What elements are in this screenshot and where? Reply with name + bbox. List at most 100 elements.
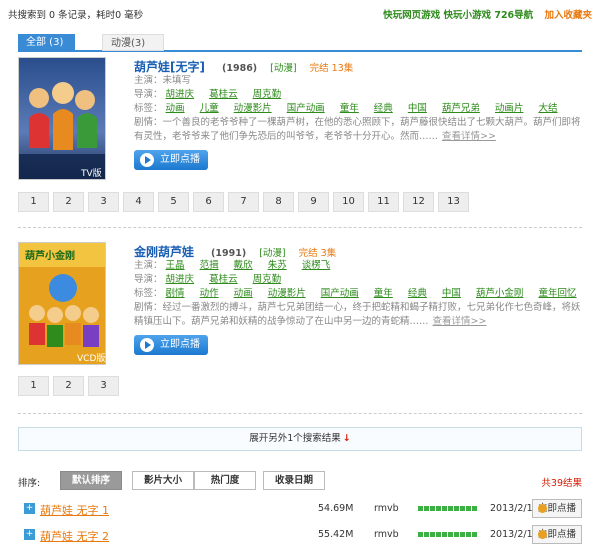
expand-plus-icon[interactable]: +: [24, 503, 35, 514]
file-name-link[interactable]: 葫芦娃 无字 1: [40, 502, 109, 518]
file-name-link[interactable]: 葫芦娃 无字 2: [40, 528, 109, 544]
tag-link[interactable]: 童年: [374, 288, 393, 299]
add-favorites-link[interactable]: 加入收藏夹: [544, 10, 592, 21]
episode-button[interactable]: 3: [88, 192, 119, 212]
link-726-nav[interactable]: 726导航: [494, 10, 533, 21]
play-button[interactable]: 立即点播: [134, 335, 208, 355]
item-info: 金刚葫芦娃 (1991) [动漫] 完结 3集 主演： 王晶 范揖 戴欣 朱苏 …: [134, 242, 582, 355]
link-web-games[interactable]: 快玩网页游戏: [383, 10, 440, 21]
director-link[interactable]: 葛桂云: [209, 274, 238, 285]
director-link[interactable]: 胡进庆: [166, 274, 195, 285]
file-play-button[interactable]: 立即点播: [532, 525, 582, 544]
episode-button[interactable]: 3: [88, 376, 119, 396]
link-mini-games[interactable]: 快玩小游戏: [444, 10, 492, 21]
total-results: 共39结果: [541, 478, 582, 489]
tag-link[interactable]: 儿童: [200, 103, 219, 114]
episode-button[interactable]: 2: [53, 192, 84, 212]
tab-all[interactable]: 全部 (3): [18, 34, 75, 51]
director-link[interactable]: 周克勤: [253, 274, 282, 285]
more-details-link[interactable]: 查看详情>>: [442, 131, 496, 142]
sort-date-button[interactable]: 收录日期: [263, 471, 325, 490]
episode-button[interactable]: 6: [193, 192, 224, 212]
result-item-2: 葫芦小金刚 VCD版 金刚葫芦娃 (1991) [动漫] 完结 3集 主演： 王…: [18, 242, 582, 402]
cast-link[interactable]: 王晶: [166, 260, 185, 271]
divider: [18, 227, 582, 228]
file-play-button[interactable]: 立即点播: [532, 499, 582, 518]
item-status: 完结 13集: [309, 63, 354, 74]
cast-link[interactable]: 戴欣: [234, 260, 253, 271]
svg-text:TV版: TV版: [80, 167, 102, 179]
episode-button[interactable]: 1: [18, 192, 49, 212]
episode-button[interactable]: 7: [228, 192, 259, 212]
tag-link[interactable]: 经典: [374, 103, 393, 114]
cast-link[interactable]: 谈楞飞: [302, 260, 331, 271]
file-size: 54.69M: [318, 503, 354, 514]
top-links: 快玩网页游戏 快玩小游戏 726导航 加入收藏夹: [383, 7, 592, 21]
cast-link[interactable]: 范揖: [200, 260, 219, 271]
tag-link[interactable]: 中国: [442, 288, 461, 299]
top-bar: 共搜索到 0 条记录，耗时0 毫秒 快玩网页游戏 快玩小游戏 726导航 加入收…: [0, 0, 600, 26]
episode-button[interactable]: 12: [403, 192, 434, 212]
tag-link[interactable]: 动漫影片: [234, 103, 272, 114]
poster-image[interactable]: 葫芦小金刚 VCD版: [18, 242, 106, 365]
tag-link[interactable]: 大结: [538, 103, 557, 114]
cast-line: 主演：未填写: [134, 75, 192, 86]
sort-default-button[interactable]: 默认排序: [60, 471, 122, 490]
tag-link[interactable]: 国产动画: [287, 103, 325, 114]
sort-popularity-button[interactable]: 热门度: [194, 471, 256, 490]
file-format: rmvb: [374, 503, 399, 514]
svg-text:葫芦小金刚: 葫芦小金刚: [25, 249, 75, 262]
tags-line: 标签： 剧情 动作 动画 动漫影片 国产动画 童年 经典 中国 葫芦小金刚 童年…: [134, 288, 577, 299]
episode-button[interactable]: 11: [368, 192, 399, 212]
poster-image[interactable]: TV版: [18, 57, 106, 180]
file-format: rmvb: [374, 529, 399, 540]
episode-button[interactable]: 4: [123, 192, 154, 212]
tag-link[interactable]: 动画: [234, 288, 253, 299]
episode-button[interactable]: 9: [298, 192, 329, 212]
arrow-down-icon: ↓: [342, 433, 351, 444]
expand-plus-icon[interactable]: +: [24, 529, 35, 540]
play-icon: [140, 338, 154, 352]
director-link[interactable]: 葛桂云: [209, 89, 238, 100]
item-info: 葫芦娃[无字] (1986) [动漫] 完结 13集 主演：未填写 导演： 胡进…: [134, 57, 582, 170]
director-link[interactable]: 胡进庆: [166, 89, 195, 100]
popularity-bar-icon: [418, 532, 478, 538]
episode-button[interactable]: 1: [18, 376, 49, 396]
item-title[interactable]: 葫芦娃[无字]: [134, 60, 205, 74]
episode-button[interactable]: 8: [263, 192, 294, 212]
play-icon: [140, 153, 154, 167]
play-button[interactable]: 立即点播: [134, 150, 208, 170]
tag-link[interactable]: 国产动画: [321, 288, 359, 299]
svg-text:VCD版: VCD版: [77, 352, 105, 364]
tag-link[interactable]: 童年回忆: [538, 288, 576, 299]
item-type: [动漫]: [259, 248, 286, 259]
expand-more-results[interactable]: 展开另外1个搜索结果 ↓: [18, 427, 582, 451]
director-link[interactable]: 周克勤: [253, 89, 282, 100]
tag-link[interactable]: 葫芦小金刚: [476, 288, 524, 299]
episode-button[interactable]: 10: [333, 192, 364, 212]
tag-link[interactable]: 动画片: [495, 103, 524, 114]
tag-link[interactable]: 经典: [408, 288, 427, 299]
item-type: [动漫]: [270, 63, 297, 74]
tag-link[interactable]: 动作: [200, 288, 219, 299]
tag-link[interactable]: 葫芦兄弟: [442, 103, 480, 114]
episode-button[interactable]: 5: [158, 192, 189, 212]
episode-button[interactable]: 2: [53, 376, 84, 396]
tag-link[interactable]: 童年: [340, 103, 359, 114]
tag-link[interactable]: 中国: [408, 103, 427, 114]
tab-anime[interactable]: 动漫(3): [102, 34, 164, 51]
tags-line: 标签： 动画 儿童 动漫影片 国产动画 童年 经典 中国 葫芦兄弟 动画片 大结: [134, 103, 558, 114]
episode-list: 1 2 3 4 5 6 7 8 9 10 11 12 13: [18, 192, 473, 212]
episode-button[interactable]: 13: [438, 192, 469, 212]
more-details-link[interactable]: 查看详情>>: [433, 316, 487, 327]
tag-link[interactable]: 剧情: [166, 288, 185, 299]
tag-link[interactable]: 动漫影片: [268, 288, 306, 299]
sort-size-button[interactable]: 影片大小: [132, 471, 194, 490]
director-line: 导演： 胡进庆 葛桂云 周克勤: [134, 89, 282, 100]
director-line: 导演： 胡进庆 葛桂云 周克勤: [134, 274, 282, 285]
plot-text: 剧情：一个善良的老爷爷种了一棵葫芦树，在他的悉心照顾下，葫芦藤很快结出了七颗大葫…: [134, 117, 581, 142]
item-title[interactable]: 金刚葫芦娃: [134, 245, 194, 259]
file-row: + 葫芦娃 无字 2 55.42M rmvb 2013/2/15 立即点播: [18, 524, 582, 546]
cast-link[interactable]: 朱苏: [268, 260, 287, 271]
tag-link[interactable]: 动画: [166, 103, 185, 114]
